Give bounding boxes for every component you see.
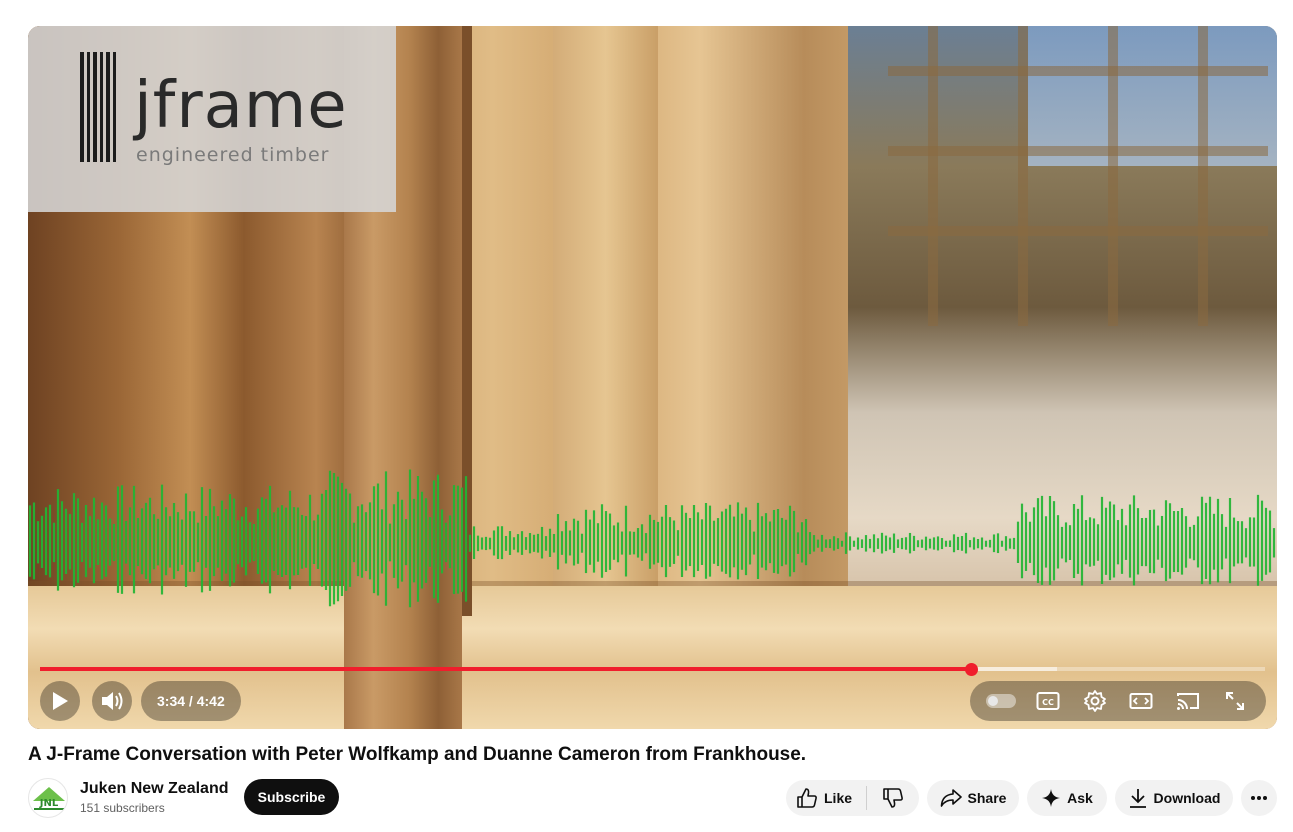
- channel-name[interactable]: Juken New Zealand: [80, 780, 229, 798]
- share-button[interactable]: Share: [927, 780, 1019, 816]
- total-time: 4:42: [196, 693, 225, 709]
- current-time: 3:34: [157, 693, 186, 709]
- logo-tagline: engineered timber: [136, 144, 330, 166]
- video-title: A J-Frame Conversation with Peter Wolfka…: [28, 744, 807, 765]
- subscribe-button[interactable]: Subscribe: [244, 779, 339, 815]
- channel-logo-overlay: jframe engineered timber: [28, 26, 396, 212]
- thumbs-up-icon: [796, 787, 818, 809]
- time-separator: /: [185, 693, 197, 709]
- dislike-button[interactable]: [867, 780, 919, 816]
- more-actions-button[interactable]: [1241, 780, 1277, 816]
- download-label: Download: [1153, 790, 1221, 806]
- captions-button[interactable]: CC: [1033, 686, 1063, 716]
- thumbs-down-icon: [882, 787, 904, 809]
- more-horizontal-icon: [1250, 795, 1268, 801]
- avatar-text: JNL: [39, 798, 59, 809]
- progress-bar[interactable]: [40, 663, 1265, 676]
- player-right-controls: CC: [970, 681, 1266, 721]
- logo-word: jframe: [134, 69, 348, 143]
- video-player[interactable]: jframe engineered timber 3:34 / 4:42 CC: [28, 26, 1277, 729]
- theater-mode-button[interactable]: [1126, 686, 1156, 716]
- time-display: 3:34 / 4:42: [141, 681, 241, 721]
- fullscreen-icon: [1224, 690, 1246, 712]
- share-label: Share: [967, 790, 1007, 806]
- download-icon: [1128, 787, 1148, 809]
- theater-mode-icon: [1129, 692, 1153, 710]
- settings-icon: [1083, 690, 1106, 712]
- like-button[interactable]: Like: [786, 780, 866, 816]
- audio-waveform: [28, 469, 1276, 608]
- volume-button[interactable]: [92, 681, 132, 721]
- progress-played: [40, 667, 971, 671]
- captions-icon: CC: [1036, 691, 1060, 711]
- download-button[interactable]: Download: [1115, 780, 1233, 816]
- ask-button[interactable]: Ask: [1027, 780, 1107, 816]
- fullscreen-button[interactable]: [1220, 686, 1250, 716]
- autoplay-toggle[interactable]: [986, 686, 1017, 716]
- progress-scrubber[interactable]: [965, 663, 978, 676]
- settings-button[interactable]: [1080, 686, 1110, 716]
- share-icon: [940, 788, 962, 808]
- play-icon: [51, 691, 69, 711]
- sparkle-icon: [1041, 788, 1061, 808]
- like-label: Like: [824, 790, 853, 806]
- like-dislike-group: Like: [786, 780, 919, 816]
- volume-icon: [100, 690, 124, 712]
- logo-stripes-icon: [80, 52, 116, 162]
- play-button[interactable]: [40, 681, 80, 721]
- cast-button[interactable]: [1173, 686, 1203, 716]
- channel-avatar[interactable]: JNL: [28, 778, 68, 818]
- ask-label: Ask: [1067, 790, 1093, 806]
- svg-text:CC: CC: [1042, 698, 1054, 707]
- subscriber-count: 151 subscribers: [80, 801, 165, 815]
- cast-icon: [1176, 691, 1200, 711]
